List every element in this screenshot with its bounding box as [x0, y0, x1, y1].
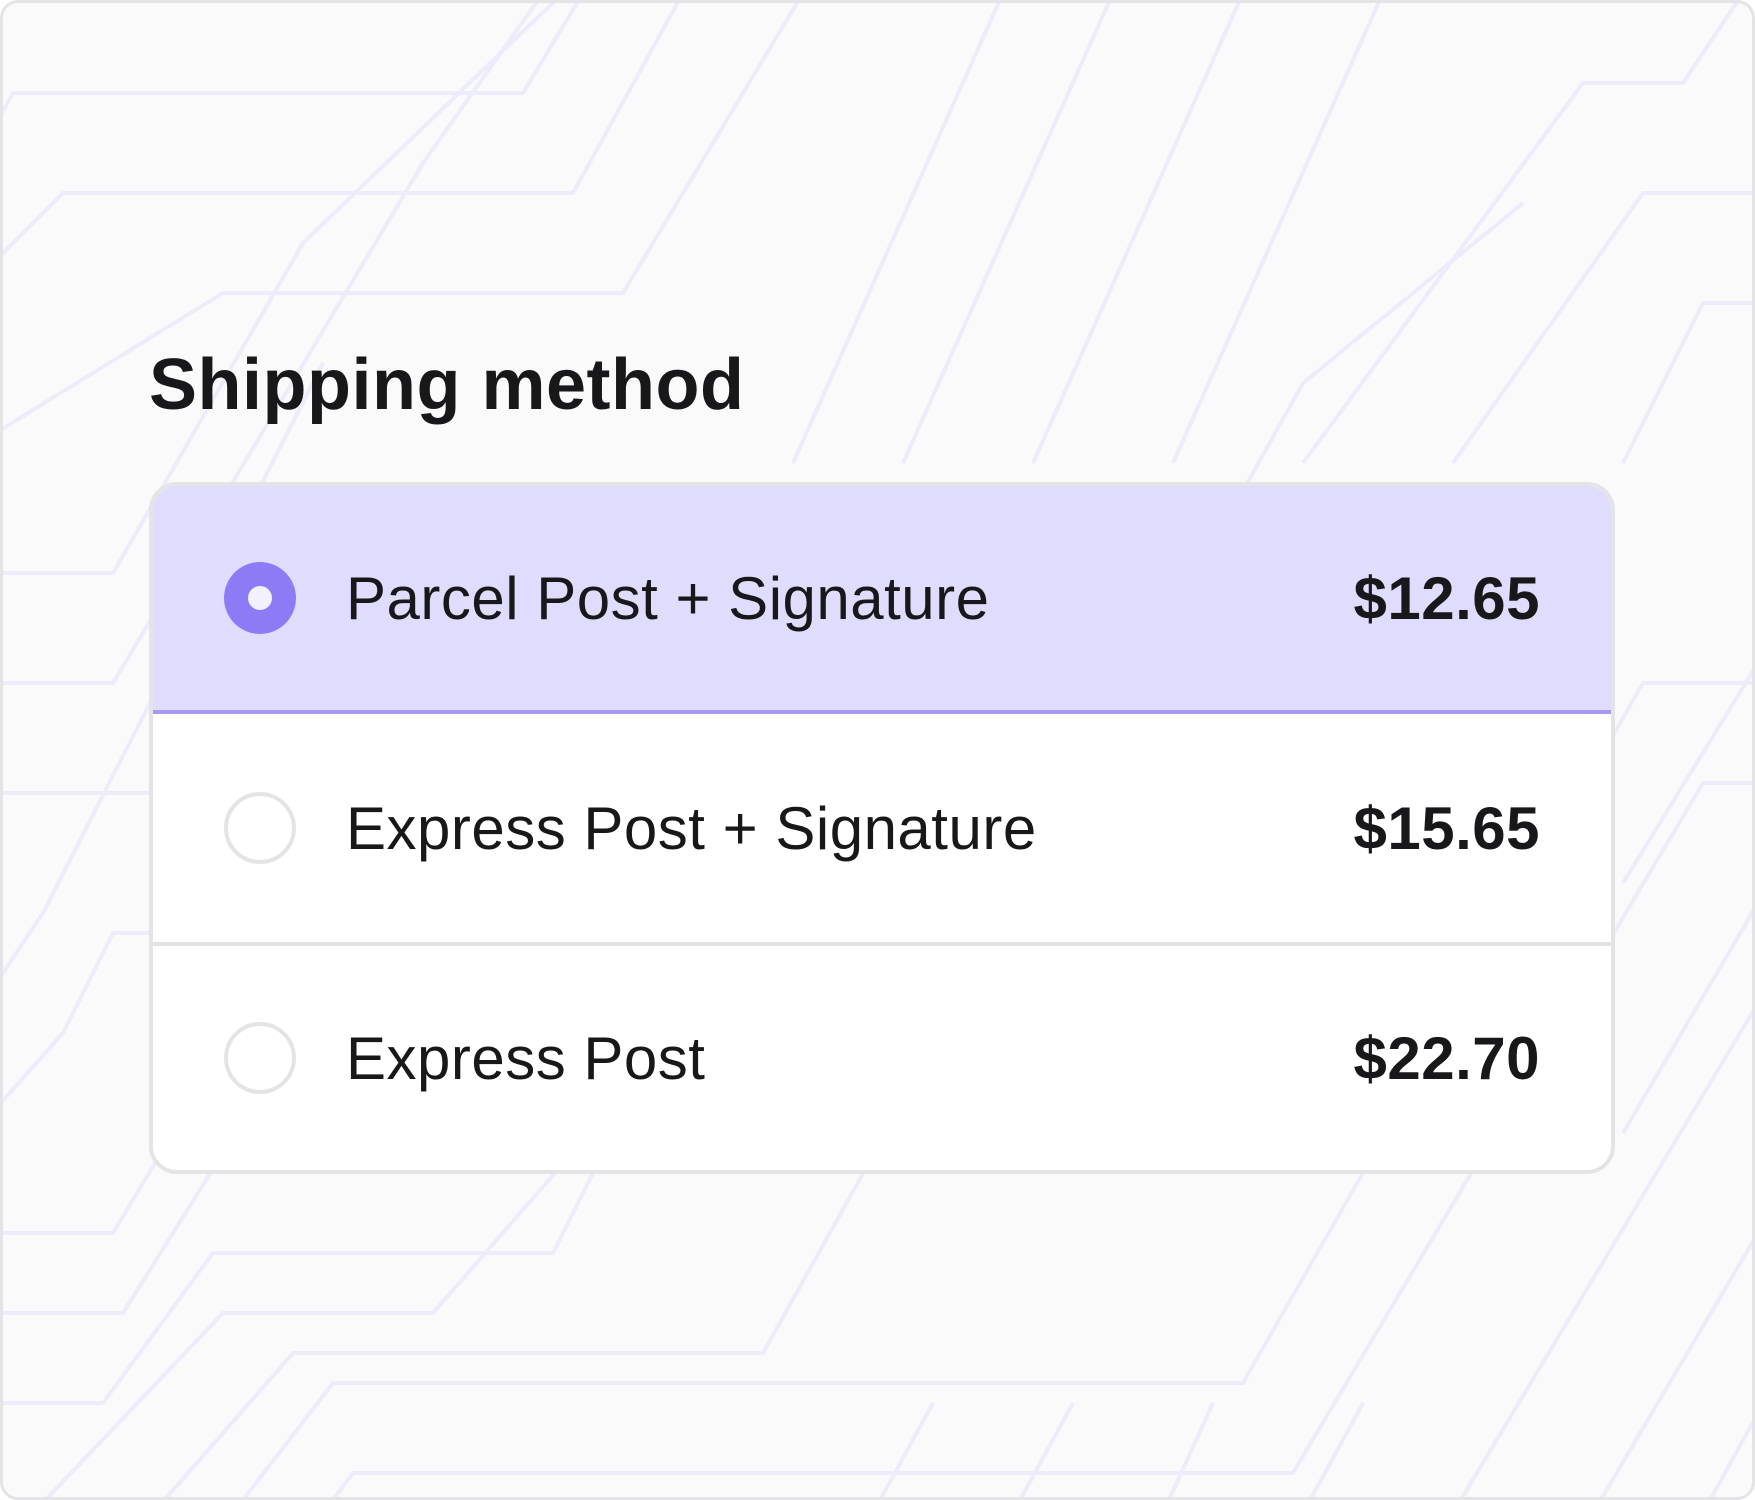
shipping-option-price: $22.70	[1353, 1024, 1540, 1092]
shipping-option-parcel-post-signature[interactable]: Parcel Post + Signature $12.65	[153, 486, 1611, 714]
shipping-option-label: Express Post	[346, 1024, 706, 1092]
shipping-option-label: Express Post + Signature	[346, 794, 1037, 862]
shipping-option-express-post[interactable]: Express Post $22.70	[153, 942, 1611, 1170]
radio-dot	[248, 586, 272, 610]
radio-unchecked-icon[interactable]	[224, 792, 296, 864]
radio-checked-icon[interactable]	[224, 562, 296, 634]
shipping-option-price: $12.65	[1353, 564, 1540, 632]
shipping-option-price: $15.65	[1353, 794, 1540, 862]
page-frame: Shipping method Parcel Post + Signature …	[0, 0, 1755, 1500]
shipping-option-express-post-signature[interactable]: Express Post + Signature $15.65	[153, 714, 1611, 942]
radio-unchecked-icon[interactable]	[224, 1022, 296, 1094]
shipping-options-radio-group: Parcel Post + Signature $12.65 Express P…	[149, 482, 1615, 1174]
section-title: Shipping method	[149, 345, 745, 425]
shipping-option-label: Parcel Post + Signature	[346, 564, 990, 632]
shipping-method-section: Shipping method Parcel Post + Signature …	[149, 333, 1615, 1174]
